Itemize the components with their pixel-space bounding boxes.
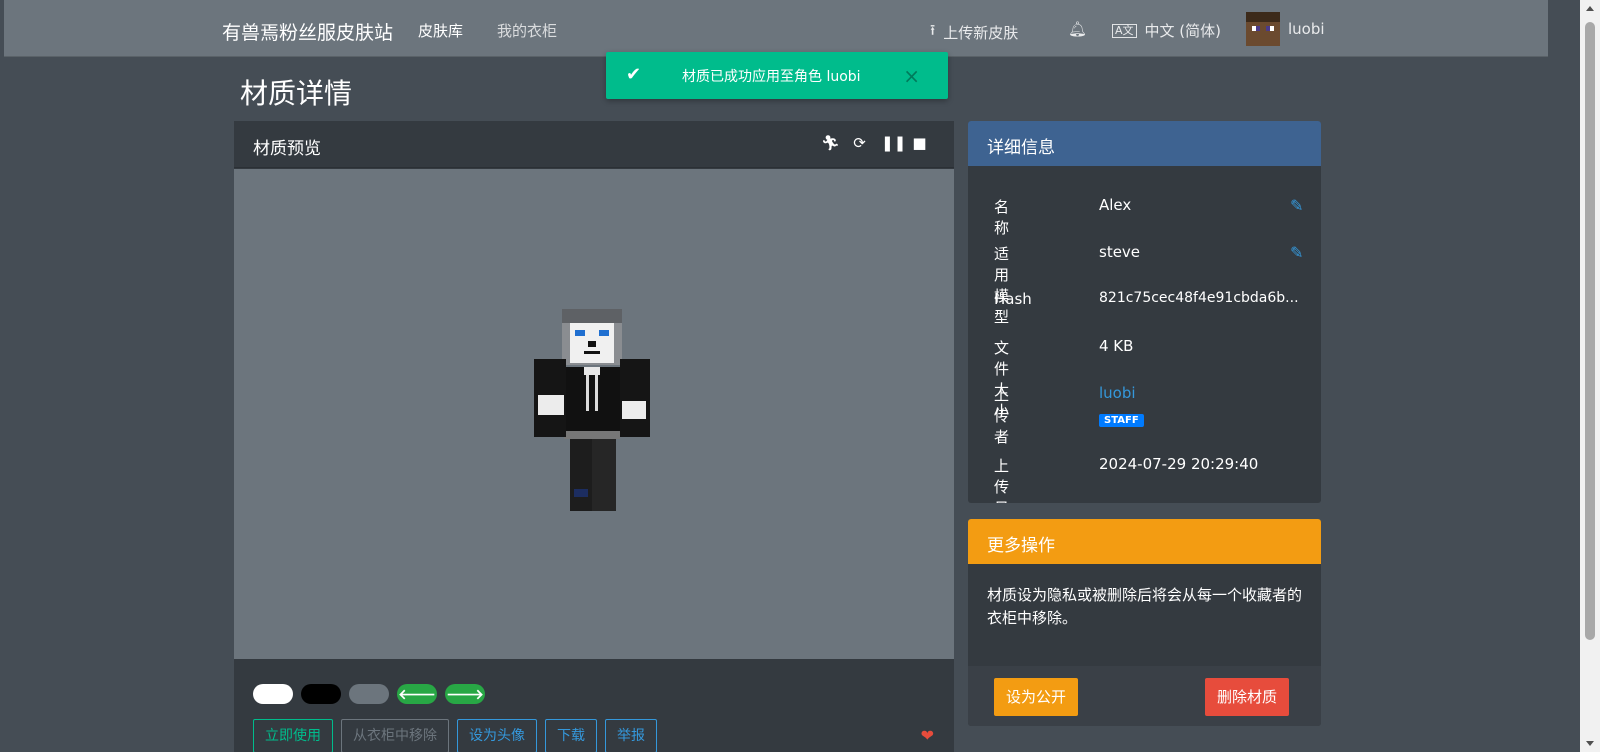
detail-label: 上传者 — [994, 386, 1010, 446]
detail-label: 名称 — [994, 198, 1010, 237]
page-scrollbar[interactable] — [1580, 0, 1600, 752]
site-brand[interactable]: 有兽焉粉丝服皮肤站 — [222, 18, 393, 45]
page-title: 材质详情 — [240, 77, 353, 110]
rotate-icon[interactable]: ⟳ — [851, 135, 868, 152]
running-icon[interactable]: 🏃︎ — [821, 135, 840, 152]
check-icon: ✔ — [626, 64, 642, 85]
username: luobi — [1288, 20, 1325, 38]
pause-icon[interactable]: ❚❚ — [881, 135, 906, 152]
prev-bg-button[interactable]: 🡐 — [397, 684, 437, 704]
bg-gray-button[interactable] — [349, 684, 389, 704]
skin-model — [534, 309, 650, 511]
detail-value: Alex — [1099, 196, 1132, 214]
nav-link-wardrobe[interactable]: 我的衣柜 — [497, 20, 557, 41]
user-menu[interactable]: luobi — [1246, 12, 1325, 46]
detail-label: 上传日期 — [994, 457, 1010, 503]
user-avatar — [1246, 12, 1280, 46]
remove-from-wardrobe-button[interactable]: 从衣柜中移除 — [341, 719, 449, 752]
detail-value: 4 KB — [1099, 337, 1134, 355]
make-public-button[interactable]: 设为公开 — [994, 678, 1079, 716]
download-button[interactable]: 下载 — [545, 719, 597, 752]
more-footer: 设为公开 删除材质 — [968, 666, 1321, 726]
edit-name-icon[interactable]: ✎ — [1290, 196, 1303, 215]
bg-black-button[interactable] — [301, 684, 341, 704]
edit-model-icon[interactable]: ✎ — [1290, 243, 1303, 262]
skin-3d-viewer[interactable] — [234, 169, 954, 659]
staff-badge: STAFF — [1099, 414, 1144, 427]
upload-icon: ⭱ — [930, 21, 936, 39]
bell-icon: 🔔︎ — [1068, 20, 1088, 38]
report-button[interactable]: 举报 — [605, 719, 657, 752]
bg-white-button[interactable] — [253, 684, 293, 704]
next-bg-button[interactable]: 🡒 — [445, 684, 485, 704]
more-description: 材质设为隐私或被删除后将会从每一个收藏者的衣柜中移除。 — [987, 586, 1303, 627]
upload-label: 上传新皮肤 — [943, 24, 1019, 42]
detail-label: Hash — [994, 290, 1032, 308]
staff-badge-wrap: STAFF — [1099, 409, 1144, 427]
success-toast: ✔ 材质已成功应用至角色 luobi × — [606, 52, 948, 99]
heart-icon[interactable]: ❤ — [921, 726, 934, 745]
detail-value: steve — [1099, 243, 1141, 261]
detail-value: 2024-07-29 20:29:40 — [1099, 455, 1259, 473]
language-selector[interactable]: A文 中文 (简体) — [1112, 20, 1221, 41]
scroll-up-icon[interactable] — [1586, 6, 1594, 11]
upload-link[interactable]: ⭱ 上传新皮肤 — [930, 20, 1018, 45]
close-icon[interactable]: × — [903, 64, 920, 88]
uploader-link[interactable]: luobi — [1099, 384, 1136, 402]
scroll-thumb[interactable] — [1585, 22, 1595, 640]
detail-label: 适用模型 — [994, 245, 1010, 326]
preview-title: 材质预览 — [253, 139, 321, 159]
notification-bell[interactable]: 🔔︎ — [1068, 20, 1087, 38]
preview-header: 材质预览 🏃︎ ⟳ ❚❚ ■ — [234, 121, 954, 168]
arrow-right-icon: 🡒 — [446, 686, 484, 703]
arrow-left-icon: 🡐 — [398, 686, 436, 703]
nav-link-skin-library[interactable]: 皮肤库 — [418, 20, 463, 41]
translate-icon: A文 — [1112, 23, 1137, 38]
details-title: 详细信息 — [987, 138, 1055, 158]
more-header: 更多操作 — [968, 519, 1321, 564]
background-switcher: 🡐 🡒 — [253, 684, 485, 704]
preview-toolbar: 🏃︎ ⟳ ❚❚ ■ — [821, 135, 928, 152]
apply-now-button[interactable]: 立即使用 — [253, 719, 333, 752]
delete-texture-button[interactable]: 删除材质 — [1205, 678, 1290, 716]
language-label: 中文 (简体) — [1144, 22, 1222, 40]
more-actions-card: 更多操作 材质设为隐私或被删除后将会从每一个收藏者的衣柜中移除。 设为公开 删除… — [968, 519, 1321, 726]
details-card: 详细信息 名称 Alex ✎ 适用模型 steve ✎ Hash 821c75c… — [968, 121, 1321, 503]
stop-icon[interactable]: ■ — [911, 135, 928, 152]
texture-preview-card: 材质预览 🏃︎ ⟳ ❚❚ ■ 🡐 🡒 立即使用 从衣柜中移除 设为头像 下载 举… — [234, 121, 954, 752]
toast-message: 材质已成功应用至角色 luobi — [682, 69, 861, 85]
more-title: 更多操作 — [987, 536, 1055, 556]
details-header: 详细信息 — [968, 121, 1321, 166]
detail-value: 821c75cec48f4e91cbda6b... — [1099, 290, 1299, 306]
scroll-down-icon[interactable] — [1586, 741, 1594, 746]
set-avatar-button[interactable]: 设为头像 — [457, 719, 537, 752]
top-navbar: 有兽焉粉丝服皮肤站 皮肤库 我的衣柜 ⭱ 上传新皮肤 🔔︎ A文 中文 (简体)… — [4, 0, 1548, 57]
preview-actions: 立即使用 从衣柜中移除 设为头像 下载 举报 — [253, 719, 657, 752]
